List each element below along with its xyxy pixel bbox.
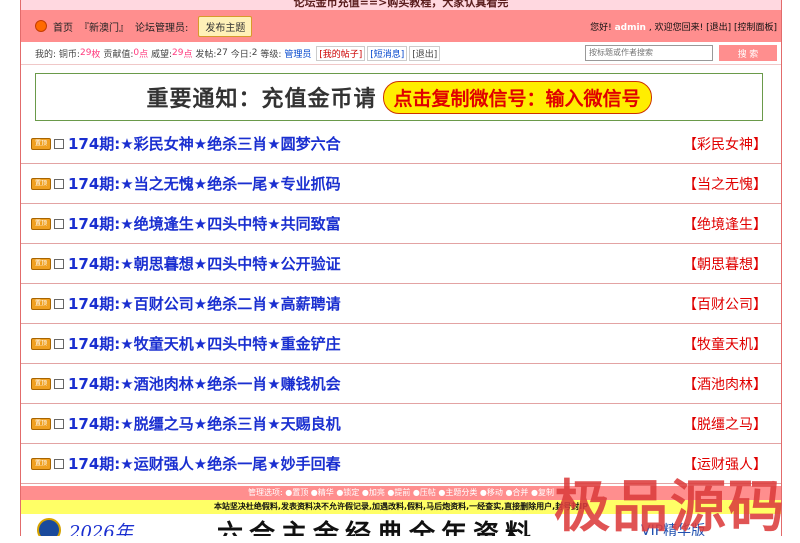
- copper-unit: 枚: [91, 49, 101, 60]
- stats-mine: 我的:: [35, 49, 57, 60]
- logout-link[interactable]: [退出]: [706, 23, 731, 33]
- thread-checkbox[interactable]: [54, 338, 64, 349]
- thread-row[interactable]: 置顶 174期:★脱缰之马★绝杀三肖★天赐良机 【脱缰之马】: [21, 404, 781, 444]
- thread-author[interactable]: 【朝思暮想】: [683, 254, 767, 274]
- thread-row[interactable]: 置顶 174期:★当之无愧★绝杀一尾★专业抓码 【当之无愧】: [21, 164, 781, 204]
- post-topic-label: 发布主题: [205, 22, 246, 34]
- contrib-label: 贡献值:: [103, 49, 134, 60]
- announcement-box: 重要通知：充值金币请 点击复制微信号：输入微信号: [21, 70, 781, 126]
- user-panel: 您好! admin , 欢迎您回来! [退出] [控制面板]: [590, 20, 777, 33]
- top-notice[interactable]: 论坛金币充值==>购买教程，大家认真看完: [21, 0, 781, 10]
- banner-text: 六合主金经典全年资料: [217, 520, 538, 536]
- pinned-tag-icon: 置顶: [31, 377, 51, 390]
- thread-checkbox[interactable]: [54, 258, 64, 269]
- thread-title-link[interactable]: 174期:★运财强人★绝杀一尾★妙手回春: [68, 453, 341, 474]
- thread-list: 置顶 174期:★彩民女神★绝杀三肖★圆梦六合 【彩民女神】 置顶 174期:★当之无愧…: [21, 124, 781, 484]
- copper-label: 铜币:: [58, 49, 80, 60]
- home-icon: [35, 20, 47, 32]
- thread-title-link[interactable]: 174期:★朝思暮想★四头中特★公开验证: [68, 253, 341, 274]
- fame-value: 29: [172, 48, 184, 58]
- announcement-inner: 重要通知：充值金币请 点击复制微信号：输入微信号: [35, 73, 763, 121]
- thread-title-link[interactable]: 174期:★牧童天机★四头中特★重金铲庄: [68, 333, 341, 354]
- thread-row[interactable]: 置顶 174期:★朝思暮想★四头中特★公开验证 【朝思暮想】: [21, 244, 781, 284]
- thread-checkbox[interactable]: [54, 378, 64, 389]
- thread-author[interactable]: 【牧童天机】: [683, 334, 767, 354]
- page-frame: 论坛金币充值==>购买教程，大家认真看完 首页 『新澳门』 论坛管理员: 发布主…: [20, 0, 782, 536]
- thread-title-link[interactable]: 174期:★百财公司★绝杀二肖★高薪聘请: [68, 293, 341, 314]
- control-panel-link[interactable]: [控制面板]: [734, 23, 777, 33]
- fame-label: 威望:: [150, 49, 173, 60]
- thread-title-link[interactable]: 174期:★脱缰之马★绝杀三肖★天赐良机: [68, 413, 341, 434]
- pinned-tag-icon: 置顶: [31, 177, 51, 190]
- copy-wechat-button[interactable]: 点击复制微信号：输入微信号: [382, 80, 652, 114]
- my-posts-link[interactable]: [我的帖子]: [316, 45, 366, 61]
- stats-bar: 我的: 铜币: 29 枚 贡献值: 0 点 威望: 29 点 发帖: 27 今日…: [21, 42, 781, 65]
- pinned-tag-icon: 置顶: [31, 297, 51, 310]
- banner-year: 2026年: [69, 522, 133, 536]
- posts-value: 27: [216, 48, 228, 58]
- pinned-tag-icon: 置顶: [31, 137, 51, 150]
- thread-row[interactable]: 置顶 174期:★百财公司★绝杀二肖★高薪聘请 【百财公司】: [21, 284, 781, 324]
- thread-row[interactable]: 置顶 174期:★彩民女神★绝杀三肖★圆梦六合 【彩民女神】: [21, 124, 781, 164]
- thread-author[interactable]: 【百财公司】: [683, 294, 767, 314]
- posts-label: 发帖:: [195, 49, 217, 60]
- level-value: 管理员: [284, 49, 312, 60]
- welcome-text: , 欢迎您回来!: [648, 23, 704, 33]
- post-topic-button[interactable]: 发布主题: [198, 15, 253, 37]
- nav-home-link[interactable]: 首页: [53, 19, 73, 34]
- banner-logo-icon: [37, 518, 61, 536]
- search-button[interactable]: 搜 索: [719, 45, 777, 61]
- fame-unit: 点: [183, 49, 193, 60]
- nav-bar: 首页 『新澳门』 论坛管理员: 发布主题 您好! admin , 欢迎您回来! …: [21, 10, 781, 42]
- thread-row[interactable]: 置顶 174期:★绝境逢生★四头中特★共同致富 【绝境逢生】: [21, 204, 781, 244]
- nav-forum-admin: 论坛管理员:: [135, 22, 189, 34]
- thread-author[interactable]: 【绝境逢生】: [683, 214, 767, 234]
- pinned-tag-icon: 置顶: [31, 217, 51, 230]
- stats-exit-link[interactable]: [退出]: [409, 45, 441, 61]
- thread-checkbox[interactable]: [54, 418, 64, 429]
- search-input[interactable]: [585, 45, 713, 61]
- thread-author[interactable]: 【当之无愧】: [683, 174, 767, 194]
- pinned-tag-icon: 置顶: [31, 417, 51, 430]
- thread-title-link[interactable]: 174期:★当之无愧★绝杀一尾★专业抓码: [68, 173, 341, 194]
- pinned-tag-icon: 置顶: [31, 337, 51, 350]
- thread-checkbox[interactable]: [54, 458, 64, 469]
- greeting: 您好!: [590, 23, 612, 33]
- thread-row[interactable]: 置顶 174期:★牧童天机★四头中特★重金铲庄 【牧童天机】: [21, 324, 781, 364]
- thread-title-link[interactable]: 174期:★酒池肉林★绝杀一肖★赚钱机会: [68, 373, 341, 394]
- thread-checkbox[interactable]: [54, 218, 64, 229]
- pinned-tag-icon: 置顶: [31, 257, 51, 270]
- pinned-tag-icon: 置顶: [31, 457, 51, 470]
- thread-title-link[interactable]: 174期:★彩民女神★绝杀三肖★圆梦六合: [68, 133, 341, 154]
- watermark: 极品源码: [554, 475, 786, 540]
- announcement-text: 重要通知：充值金币请: [146, 86, 377, 112]
- thread-author[interactable]: 【彩民女神】: [683, 134, 767, 154]
- thread-checkbox[interactable]: [54, 138, 64, 149]
- copper-value: 29: [79, 48, 92, 58]
- contrib-unit: 点: [139, 49, 149, 60]
- thread-checkbox[interactable]: [54, 298, 64, 309]
- today-label: 今日:: [230, 49, 252, 60]
- thread-title-link[interactable]: 174期:★绝境逢生★四头中特★共同致富: [68, 213, 341, 234]
- username[interactable]: admin: [615, 23, 646, 33]
- thread-checkbox[interactable]: [54, 178, 64, 189]
- thread-author[interactable]: 【酒池肉林】: [683, 374, 767, 394]
- level-label: 等级:: [260, 49, 282, 60]
- thread-author[interactable]: 【脱缰之马】: [683, 414, 767, 434]
- today-value: 2: [251, 48, 258, 58]
- thread-row[interactable]: 置顶 174期:★酒池肉林★绝杀一肖★赚钱机会 【酒池肉林】: [21, 364, 781, 404]
- messages-link[interactable]: [短消息]: [367, 45, 408, 61]
- nav-new-macau-link[interactable]: 『新澳门』: [79, 19, 129, 34]
